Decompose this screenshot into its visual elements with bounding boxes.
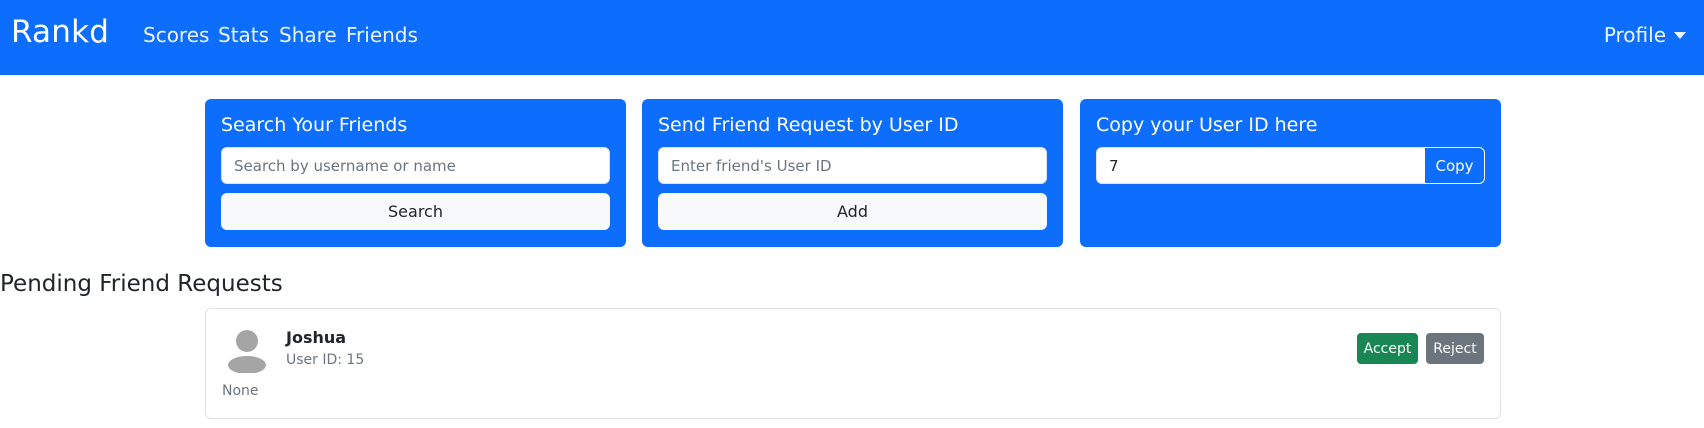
requester-user-id: User ID: 15 xyxy=(286,352,365,368)
user-avatar-icon xyxy=(228,330,266,373)
copy-button[interactable]: Copy xyxy=(1424,147,1485,184)
pending-requests-heading: Pending Friend Requests xyxy=(0,271,283,297)
requester-name: Joshua xyxy=(286,328,347,347)
accept-button[interactable]: Accept xyxy=(1357,333,1418,364)
navbar: Rankd Scores Stats Share Friends Profile xyxy=(0,0,1704,75)
copy-user-id-title: Copy your User ID here xyxy=(1096,114,1318,136)
profile-dropdown[interactable]: Profile xyxy=(1604,23,1686,47)
user-id-input[interactable] xyxy=(658,147,1047,184)
nav-link-friends[interactable]: Friends xyxy=(346,23,418,47)
brand-link[interactable]: Rankd xyxy=(11,14,109,50)
search-button[interactable]: Search xyxy=(221,193,610,230)
reject-button[interactable]: Reject xyxy=(1426,333,1484,364)
nav-link-share[interactable]: Share xyxy=(279,23,337,47)
add-friend-button[interactable]: Add xyxy=(658,193,1047,230)
search-input[interactable] xyxy=(221,147,610,184)
profile-label: Profile xyxy=(1603,23,1666,47)
search-friends-card: Search Your Friends Search xyxy=(205,99,626,247)
copy-user-id-card: Copy your User ID here Copy xyxy=(1080,99,1501,247)
send-request-title: Send Friend Request by User ID xyxy=(658,114,959,136)
user-id-field[interactable] xyxy=(1096,147,1425,184)
friend-request-item: Joshua User ID: 15 None Accept Reject xyxy=(205,308,1501,419)
nav-link-scores[interactable]: Scores xyxy=(143,23,209,47)
requester-note: None xyxy=(222,383,259,399)
nav-link-stats[interactable]: Stats xyxy=(218,23,269,47)
send-request-card: Send Friend Request by User ID Add xyxy=(642,99,1063,247)
search-friends-title: Search Your Friends xyxy=(221,114,408,136)
caret-down-icon xyxy=(1674,32,1686,39)
copy-user-id-group: Copy xyxy=(1096,147,1485,184)
